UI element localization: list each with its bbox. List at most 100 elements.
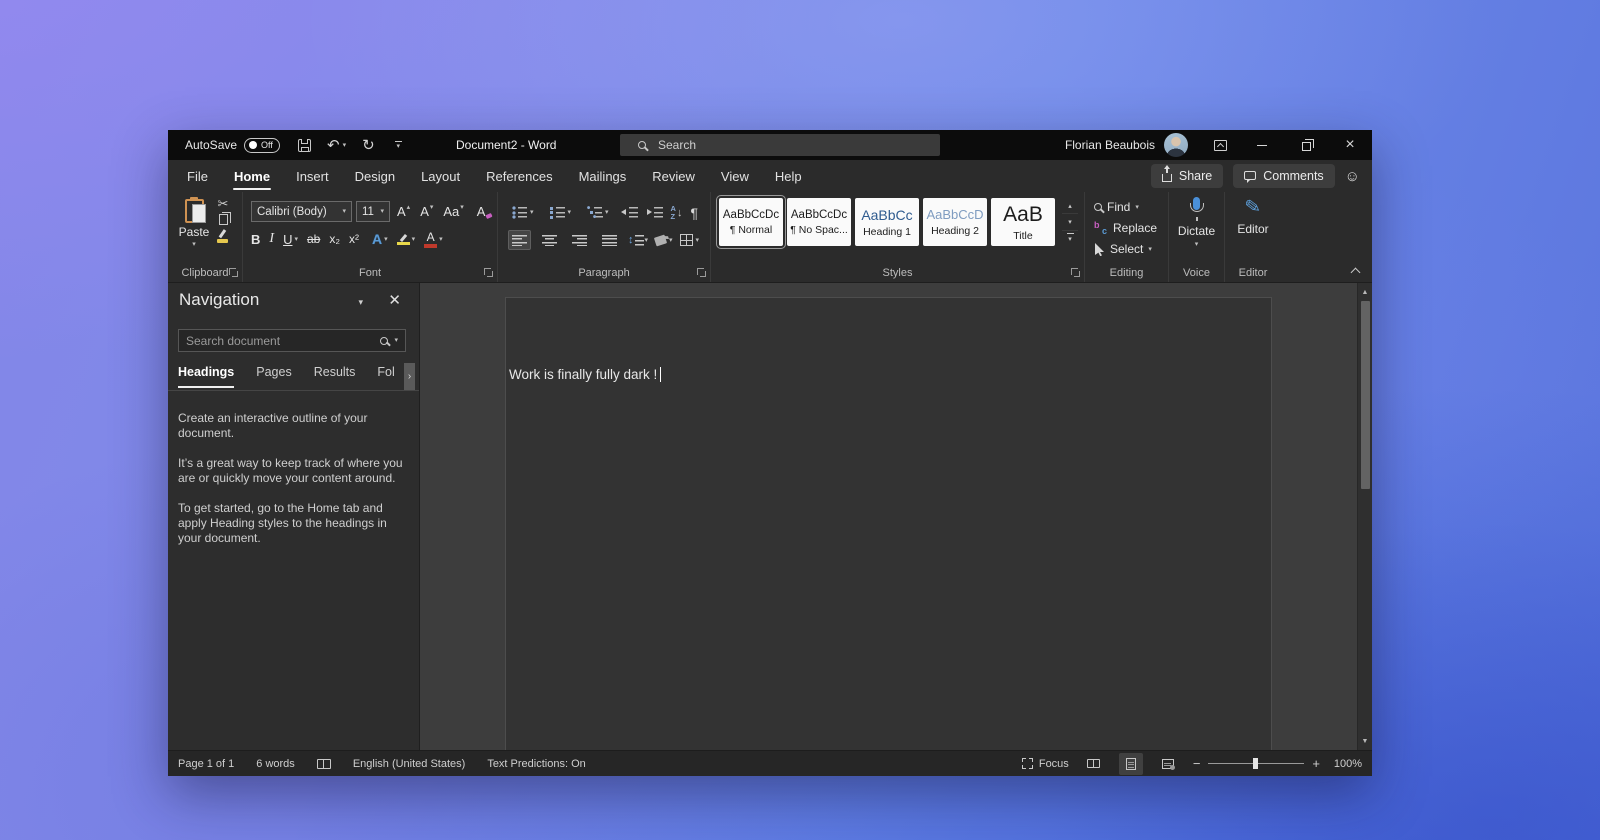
- styles-dialog-launcher[interactable]: [1071, 268, 1080, 277]
- font-dialog-launcher[interactable]: [484, 268, 493, 277]
- navigation-options-chevron[interactable]: ▾: [358, 297, 363, 308]
- align-left-button[interactable]: [508, 230, 531, 250]
- tab-help[interactable]: Help: [762, 160, 815, 192]
- subscript-button[interactable]: x₂: [329, 232, 340, 246]
- restore-button[interactable]: [1284, 130, 1328, 160]
- styles-scroll-down-button[interactable]: ▾: [1062, 214, 1078, 231]
- tab-file[interactable]: File: [174, 160, 221, 192]
- autosave-toggle[interactable]: AutoSave Off: [185, 137, 281, 153]
- undo-button[interactable]: ↶ ▾: [327, 138, 346, 153]
- sort-button[interactable]: AZ ↓: [671, 205, 683, 220]
- tab-home[interactable]: Home: [221, 160, 283, 192]
- style-normal[interactable]: AaBbCcDc ¶ Normal: [716, 195, 786, 249]
- styles-more-button[interactable]: ▾: [1062, 231, 1078, 246]
- copy-icon[interactable]: [218, 212, 231, 225]
- select-button[interactable]: Select ▾: [1094, 242, 1152, 256]
- navigation-search-box[interactable]: ▾: [178, 329, 406, 352]
- zoom-in-button[interactable]: +: [1312, 756, 1320, 771]
- proofing-book-icon[interactable]: [316, 758, 331, 769]
- redo-button[interactable]: ↻: [362, 138, 375, 153]
- tab-review[interactable]: Review: [639, 160, 708, 192]
- minimize-button[interactable]: [1240, 130, 1284, 160]
- shrink-font-button[interactable]: A ▾: [417, 204, 436, 220]
- print-layout-button[interactable]: [1118, 752, 1143, 775]
- text-predictions-indicator[interactable]: Text Predictions: On: [487, 758, 585, 770]
- zoom-level[interactable]: 100%: [1328, 758, 1362, 770]
- text-effects-button[interactable]: A ▾: [372, 231, 388, 247]
- scroll-up-arrow[interactable]: ▲: [1358, 285, 1372, 299]
- clipboard-dialog-launcher[interactable]: [229, 268, 238, 277]
- shading-button[interactable]: ▾: [653, 234, 673, 246]
- page-indicator[interactable]: Page 1 of 1: [178, 758, 234, 770]
- search-input[interactable]: [658, 138, 878, 152]
- cut-icon[interactable]: ✂: [218, 197, 229, 210]
- collapse-ribbon-button[interactable]: [1351, 266, 1360, 275]
- nav-tab-headings[interactable]: Headings: [178, 365, 235, 388]
- focus-button[interactable]: Focus: [1021, 758, 1069, 770]
- decrease-indent-button[interactable]: [620, 206, 638, 219]
- tab-view[interactable]: View: [708, 160, 762, 192]
- language-indicator[interactable]: English (United States): [353, 758, 466, 770]
- style-heading-2[interactable]: AaBbCcD Heading 2: [923, 198, 987, 246]
- change-case-button[interactable]: Aa ▾: [440, 204, 466, 220]
- replace-button[interactable]: bc Replace: [1094, 220, 1157, 236]
- save-icon[interactable]: [298, 138, 312, 152]
- grow-font-button[interactable]: A ▴: [394, 204, 413, 220]
- align-right-button[interactable]: [568, 230, 591, 250]
- editor-button[interactable]: ✎ Editor: [1225, 196, 1281, 236]
- read-mode-button[interactable]: [1082, 753, 1106, 775]
- close-button[interactable]: ×: [1328, 130, 1372, 160]
- clear-formatting-button[interactable]: A: [477, 204, 486, 219]
- paragraph-dialog-launcher[interactable]: [697, 268, 706, 277]
- show-hide-marks-button[interactable]: ¶: [690, 206, 698, 220]
- style-heading-1[interactable]: AaBbCc Heading 1: [855, 198, 919, 246]
- bold-button[interactable]: B: [251, 232, 260, 247]
- nav-tab-follow[interactable]: Follow: [377, 365, 395, 388]
- search-bar[interactable]: [620, 134, 940, 156]
- font-size-combobox[interactable]: 11 ▾: [356, 201, 390, 222]
- line-spacing-button[interactable]: ↕ ▾: [628, 234, 648, 246]
- word-count[interactable]: 6 words: [256, 758, 295, 770]
- paste-button[interactable]: Paste ▾: [176, 197, 212, 248]
- font-color-button[interactable]: A ▾: [424, 231, 443, 248]
- dictate-button[interactable]: Dictate ▾: [1169, 197, 1224, 248]
- font-family-combobox[interactable]: Calibri (Body) ▾: [251, 201, 352, 222]
- tab-layout[interactable]: Layout: [408, 160, 473, 192]
- tab-insert[interactable]: Insert: [283, 160, 342, 192]
- italic-button[interactable]: I: [269, 231, 274, 247]
- ribbon-display-options-button[interactable]: [1200, 130, 1240, 160]
- navigation-close-button[interactable]: ✕: [388, 291, 401, 309]
- document-page[interactable]: [505, 297, 1272, 750]
- find-button[interactable]: Find ▾: [1094, 200, 1139, 214]
- scrollbar-thumb[interactable]: [1361, 301, 1370, 489]
- increase-indent-button[interactable]: [645, 206, 663, 219]
- underline-button[interactable]: U ▾: [283, 232, 298, 247]
- superscript-button[interactable]: x²: [349, 232, 359, 246]
- vertical-scrollbar[interactable]: ▲ ▼: [1357, 283, 1372, 750]
- zoom-slider[interactable]: [1208, 758, 1305, 769]
- nav-tabs-scroll-arrow[interactable]: ›: [404, 363, 415, 390]
- web-layout-button[interactable]: [1156, 753, 1180, 775]
- nav-tab-results[interactable]: Results: [314, 365, 356, 388]
- styles-scroll-up-button[interactable]: ▴: [1062, 198, 1078, 215]
- style-no-spacing[interactable]: AaBbCcDc ¶ No Spac...: [787, 198, 851, 246]
- zoom-slider-thumb[interactable]: [1253, 758, 1259, 769]
- style-title[interactable]: AaB Title: [991, 198, 1055, 246]
- document-text[interactable]: Work is finally fully dark !: [509, 367, 662, 382]
- highlight-button[interactable]: ▾: [396, 233, 415, 245]
- comments-button[interactable]: Comments: [1233, 164, 1335, 188]
- borders-button[interactable]: ▾: [679, 234, 699, 246]
- numbering-button[interactable]: ▾: [546, 202, 576, 223]
- tab-design[interactable]: Design: [342, 160, 408, 192]
- quick-access-toolbar-button[interactable]: ▾: [394, 140, 402, 150]
- multilevel-list-button[interactable]: ▾: [583, 202, 613, 223]
- tab-references[interactable]: References: [473, 160, 565, 192]
- user-name[interactable]: Florian Beaubois: [1065, 138, 1155, 152]
- strikethrough-button[interactable]: ab: [307, 232, 320, 246]
- justify-button[interactable]: [598, 230, 621, 250]
- tab-mailings[interactable]: Mailings: [566, 160, 640, 192]
- autosave-switch[interactable]: Off: [244, 137, 281, 153]
- navigation-search-input[interactable]: [186, 333, 375, 348]
- align-center-button[interactable]: [538, 230, 561, 250]
- nav-tab-pages[interactable]: Pages: [256, 365, 291, 388]
